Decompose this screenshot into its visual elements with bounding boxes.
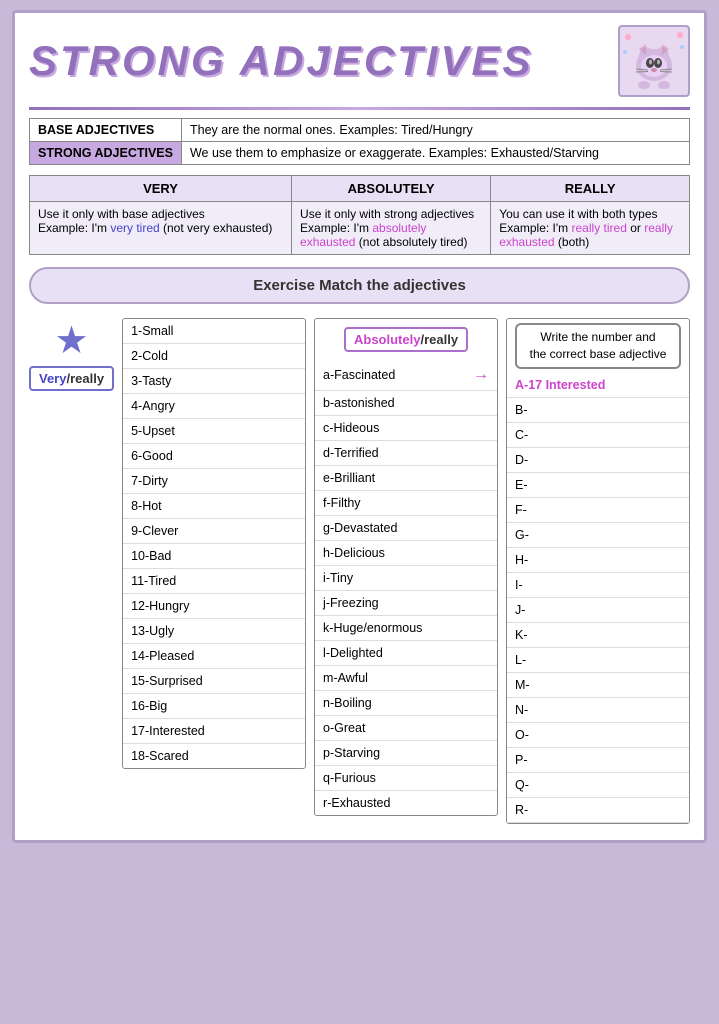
mid-list-item: d-Terrified — [315, 441, 497, 466]
answer-list-item: M- — [507, 673, 689, 698]
answer-list-item: L- — [507, 648, 689, 673]
answer-list-item: R- — [507, 798, 689, 823]
left-list-item: 5-Upset — [123, 419, 305, 444]
info-table: BASE ADJECTIVES They are the normal ones… — [29, 118, 690, 165]
adverb-very-body: Use it only with base adjectives Example… — [30, 202, 292, 255]
star-column: ★ Very/really — [29, 318, 114, 391]
answer-list-item: D- — [507, 448, 689, 473]
mid-list-item: p-Starving — [315, 741, 497, 766]
mid-column: Absolutely/really a-Fascinated→b-astonis… — [314, 318, 498, 816]
answer-list-item: K- — [507, 623, 689, 648]
adverb-table: VERY ABSOLUTELY REALLY Use it only with … — [29, 175, 690, 255]
answer-list-item: C- — [507, 423, 689, 448]
abs-really-label: Absolutely/really — [344, 327, 468, 352]
right-header-box: Write the number andthe correct base adj… — [515, 323, 681, 369]
answer-list-item: G- — [507, 523, 689, 548]
left-list-item: 15-Surprised — [123, 669, 305, 694]
left-list-item: 3-Tasty — [123, 369, 305, 394]
really-example1: really tired — [572, 221, 627, 235]
abs-really-header: Absolutely/really — [315, 319, 497, 360]
answer-list-item: H- — [507, 548, 689, 573]
base-adj-desc: They are the normal ones. Examples: Tire… — [181, 119, 689, 142]
left-list-item: 2-Cold — [123, 344, 305, 369]
title-area: STRONG ADJECTIVES — [29, 25, 690, 97]
adverb-abs-body: Use it only with strong adjectives Examp… — [292, 202, 491, 255]
left-list-item: 8-Hot — [123, 494, 305, 519]
right-column-header: Write the number andthe correct base adj… — [507, 319, 689, 369]
answer-list-item: J- — [507, 598, 689, 623]
mid-list-item: c-Hideous — [315, 416, 497, 441]
answer-list-item: N- — [507, 698, 689, 723]
answer-list-item: P- — [507, 748, 689, 773]
left-list-item: 1-Small — [123, 319, 305, 344]
info-row-strong: STRONG ADJECTIVES We use them to emphasi… — [30, 142, 690, 165]
mid-list-item: n-Boiling — [315, 691, 497, 716]
mid-list: a-Fascinated→b-astonishedc-Hideousd-Terr… — [315, 360, 497, 815]
match-arrow: → — [473, 362, 489, 388]
page: STRONG ADJECTIVES — [12, 10, 707, 843]
cat-image — [618, 25, 690, 97]
left-list: 1-Small2-Cold3-Tasty4-Angry5-Upset6-Good… — [123, 319, 305, 768]
left-column: 1-Small2-Cold3-Tasty4-Angry5-Upset6-Good… — [122, 318, 306, 769]
answer-list: A-17 Interested B-C-D-E-F-G-H-I-J-K-L-M-N… — [507, 373, 689, 823]
mid-list-item: e-Brilliant — [315, 466, 497, 491]
left-list-item: 4-Angry — [123, 394, 305, 419]
example-answer: A-17 Interested — [515, 378, 605, 392]
left-list-item: 13-Ugly — [123, 619, 305, 644]
left-list-item: 17-Interested — [123, 719, 305, 744]
adverb-really-body: You can use it with both types Example: … — [491, 202, 690, 255]
left-list-item: 6-Good — [123, 444, 305, 469]
answer-list-item: I- — [507, 573, 689, 598]
answer-list-item: B- — [507, 398, 689, 423]
left-list-item: 7-Dirty — [123, 469, 305, 494]
star-icon: ★ — [55, 322, 89, 360]
right-column: Write the number andthe correct base adj… — [506, 318, 690, 824]
page-title: STRONG ADJECTIVES — [29, 40, 618, 82]
adverb-very-header: VERY — [30, 176, 292, 202]
left-list-item: 9-Clever — [123, 519, 305, 544]
left-list-item: 18-Scared — [123, 744, 305, 768]
answer-list-item: A-17 Interested — [507, 373, 689, 398]
left-list-item: 11-Tired — [123, 569, 305, 594]
mid-list-item: q-Furious — [315, 766, 497, 791]
mid-list-item: b-astonished — [315, 391, 497, 416]
answer-list-item: E- — [507, 473, 689, 498]
mid-list-item: f-Filthy — [315, 491, 497, 516]
base-adj-label: BASE ADJECTIVES — [30, 119, 182, 142]
abs-example: absolutelyexhausted — [300, 221, 426, 249]
info-row-base: BASE ADJECTIVES They are the normal ones… — [30, 119, 690, 142]
mid-list-item: a-Fascinated→ — [315, 360, 497, 391]
very-example: very tired — [110, 221, 159, 235]
mid-list-item: m-Awful — [315, 666, 497, 691]
title-divider — [29, 107, 690, 110]
mid-list-item: o-Great — [315, 716, 497, 741]
strong-adj-desc: We use them to emphasize or exaggerate. … — [181, 142, 689, 165]
left-list-item: 14-Pleased — [123, 644, 305, 669]
mid-list-item: j-Freezing — [315, 591, 497, 616]
mid-list-item: h-Delicious — [315, 541, 497, 566]
left-list-item: 12-Hungry — [123, 594, 305, 619]
very-really-label: Very/really — [29, 366, 114, 391]
exercise-area: ★ Very/really 1-Small2-Cold3-Tasty4-Angr… — [29, 318, 690, 824]
answer-list-item: Q- — [507, 773, 689, 798]
mid-list-item: l-Delighted — [315, 641, 497, 666]
adverb-really-header: REALLY — [491, 176, 690, 202]
answer-list-item: O- — [507, 723, 689, 748]
mid-list-item: i-Tiny — [315, 566, 497, 591]
left-list-item: 10-Bad — [123, 544, 305, 569]
mid-list-item: k-Huge/enormous — [315, 616, 497, 641]
mid-list-item: r-Exhausted — [315, 791, 497, 815]
left-list-item: 16-Big — [123, 694, 305, 719]
mid-list-item: g-Devastated — [315, 516, 497, 541]
answer-list-item: F- — [507, 498, 689, 523]
strong-adj-label: STRONG ADJECTIVES — [30, 142, 182, 165]
exercise-banner: Exercise Match the adjectives — [29, 267, 690, 304]
adverb-abs-header: ABSOLUTELY — [292, 176, 491, 202]
